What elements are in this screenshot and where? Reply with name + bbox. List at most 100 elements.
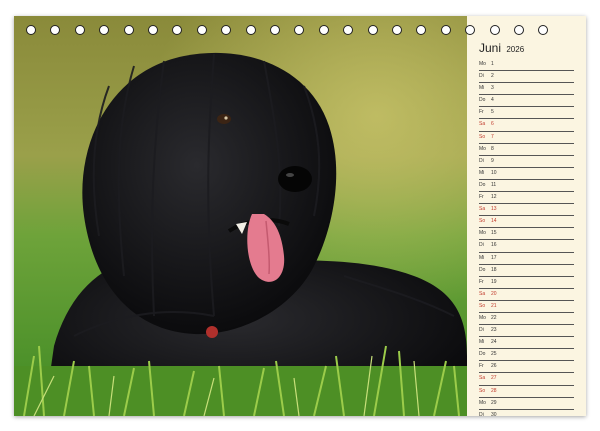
day-row: Mi 17 <box>479 253 574 265</box>
day-number: 12 <box>491 194 497 201</box>
binding-ring <box>318 25 329 35</box>
day-row: Do 18 <box>479 265 574 277</box>
weekday-label: Mi <box>479 339 485 346</box>
day-row: Fr 26 <box>479 361 574 374</box>
weekday-label: Di <box>479 242 484 249</box>
binding-ring <box>416 25 427 35</box>
day-row: Mo 8 <box>479 144 574 156</box>
day-number: 7 <box>491 133 494 140</box>
weekday-label: Di <box>479 73 484 80</box>
binding-ring <box>50 25 61 35</box>
weekday-label: Mo <box>479 314 486 321</box>
weekday-label: Fr <box>479 109 484 116</box>
binding-ring <box>245 25 256 35</box>
weekday-label: So <box>479 218 486 225</box>
day-row: Di 23 <box>479 325 574 338</box>
day-number: 27 <box>491 375 497 382</box>
weekday-label: Sa <box>479 375 486 382</box>
binding-ring <box>465 25 476 35</box>
weekday-label: Mo <box>479 230 486 237</box>
weekday-label: So <box>479 133 486 140</box>
binding-ring <box>343 25 354 35</box>
day-row: Fr 12 <box>479 192 574 205</box>
day-row: Mi 24 <box>479 337 574 350</box>
day-number: 8 <box>491 145 494 152</box>
weekday-label: Do <box>479 351 486 358</box>
day-number: 28 <box>491 387 497 394</box>
binding-ring <box>221 25 232 35</box>
weekday-label: Sa <box>479 121 486 128</box>
day-number: 6 <box>491 121 494 128</box>
day-row: Mo 22 <box>479 313 574 326</box>
day-number: 11 <box>491 181 497 188</box>
weekday-label: Sa <box>479 290 486 297</box>
day-number: 1 <box>491 61 494 67</box>
day-row: Di 2 <box>479 71 574 84</box>
day-number: 30 <box>491 411 497 416</box>
day-row: Mo 1 <box>479 59 574 72</box>
day-row: Do 25 <box>479 349 574 362</box>
day-number: 10 <box>491 169 497 176</box>
day-number: 3 <box>491 85 494 92</box>
binding-ring <box>148 25 158 35</box>
day-number: 17 <box>491 254 497 261</box>
day-row: Mo 29 <box>479 398 574 410</box>
day-number: 4 <box>491 97 494 104</box>
binding-ring <box>440 25 451 35</box>
day-row: Sa 27 <box>479 373 574 386</box>
day-number: 18 <box>491 266 497 273</box>
day-number: 21 <box>491 302 497 309</box>
day-number: 26 <box>491 363 497 370</box>
day-number: 20 <box>491 290 497 297</box>
weekday-label: Mi <box>479 85 485 92</box>
weekday-label: So <box>479 387 486 394</box>
weekday-label: Mi <box>479 169 485 176</box>
day-number: 5 <box>491 109 494 116</box>
binding-ring <box>196 25 207 35</box>
day-row: Fr 5 <box>479 107 574 120</box>
day-row: So 28 <box>479 386 574 398</box>
dog-photo <box>14 16 467 416</box>
day-row: Sa 6 <box>479 119 574 132</box>
binding-ring <box>270 25 280 35</box>
month-name: Juni <box>479 41 502 55</box>
weekday-label: Do <box>479 266 486 273</box>
binding-ring <box>99 25 110 35</box>
day-row: Do 11 <box>479 180 574 193</box>
weekday-label: Mo <box>479 399 486 406</box>
day-number: 29 <box>491 399 497 406</box>
month-year: 2026 <box>506 45 525 54</box>
day-row: Sa 13 <box>479 204 574 217</box>
weekday-label: So <box>479 302 486 309</box>
binding-rings <box>14 25 586 39</box>
calendar-panel: Juni 2026 Mo 1 Di 2 Mi 3 Do 4 Fr 5 Sa 6 So 7 Mo 8 Di 9 Mi 1… <box>467 16 586 416</box>
day-number: 2 <box>491 73 494 80</box>
day-number: 22 <box>491 314 497 321</box>
day-row: Di 9 <box>479 156 574 168</box>
day-number: 23 <box>491 327 497 334</box>
day-row: So 21 <box>479 301 574 313</box>
day-number: 15 <box>491 230 497 237</box>
day-number: 14 <box>491 218 497 225</box>
weekday-label: Di <box>479 327 484 334</box>
binding-ring <box>294 25 305 35</box>
weekday-label: Mo <box>479 145 486 152</box>
day-row: Mo 15 <box>479 228 574 241</box>
day-list: Mo 1 Di 2 Mi 3 Do 4 Fr 5 Sa 6 So 7 Mo 8 Di 9 Mi 10 Do 11 Fr 12 S… <box>479 59 574 416</box>
day-row: Di 16 <box>479 240 574 253</box>
day-row: Di 30 <box>479 410 574 416</box>
binding-ring <box>74 25 85 35</box>
weekday-label: Di <box>479 157 484 164</box>
binding-ring <box>123 25 134 35</box>
binding-ring <box>514 25 524 35</box>
weekday-label: Mo <box>479 61 486 67</box>
weekday-label: Fr <box>479 194 484 201</box>
weekday-label: Fr <box>479 363 484 370</box>
weekday-label: Do <box>479 181 486 188</box>
weekday-label: Sa <box>479 206 486 213</box>
day-row: Mi 3 <box>479 83 574 96</box>
binding-ring <box>489 25 500 35</box>
binding-ring <box>367 25 378 35</box>
day-row: So 14 <box>479 216 574 229</box>
day-number: 16 <box>491 242 497 249</box>
